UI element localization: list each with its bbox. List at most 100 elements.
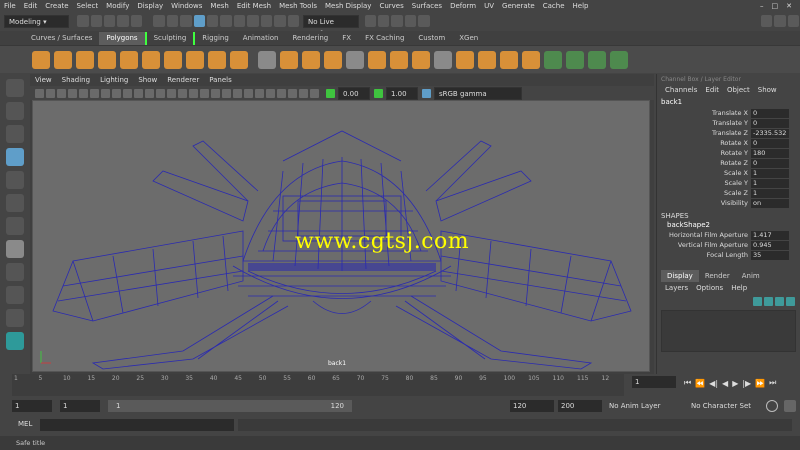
menu-windows[interactable]: Windows [171, 0, 202, 12]
safe-action-icon[interactable] [156, 88, 165, 98]
poly-disc-icon[interactable] [164, 50, 182, 69]
shape-attr-row[interactable]: Horizontal Film Aperture 1.417 [657, 230, 800, 240]
shape-attr-value[interactable]: 1.417 [751, 230, 789, 240]
new-layer-selected-icon[interactable] [775, 296, 784, 306]
menu-mesh[interactable]: Mesh [210, 0, 228, 12]
cb-menu-edit[interactable]: Edit [705, 84, 719, 96]
bevel-icon[interactable] [412, 50, 430, 69]
poly-cube-icon[interactable] [54, 50, 72, 69]
auto-key-icon[interactable] [766, 400, 778, 412]
mel-input[interactable] [40, 419, 234, 431]
cb-menu-show[interactable]: Show [758, 84, 777, 96]
toggle-attribute-editor-icon[interactable] [760, 15, 773, 27]
tab-custom[interactable]: Custom [411, 32, 452, 45]
tab-sculpting[interactable]: Sculpting [144, 31, 194, 45]
maximize-icon[interactable]: □ [772, 0, 779, 12]
lasso-tool-icon[interactable] [6, 102, 24, 120]
paint-select-tool-icon[interactable] [6, 125, 24, 143]
select-by-hierarchy-icon[interactable] [153, 15, 165, 27]
menu-edit-mesh[interactable]: Edit Mesh [237, 0, 271, 12]
move-tool-icon[interactable] [6, 148, 24, 166]
depth-of-field-icon[interactable] [277, 88, 286, 98]
color-management-icon[interactable] [422, 88, 431, 98]
tab-curves-surfaces[interactable]: Curves / Surfaces [24, 32, 99, 45]
toggle-channel-box-icon[interactable] [787, 15, 800, 27]
render-view-icon[interactable] [364, 15, 377, 27]
tab-render[interactable]: Render [699, 270, 736, 282]
select-by-object-icon[interactable] [166, 15, 179, 27]
attr-value[interactable]: 180 [751, 148, 789, 158]
menu-create[interactable]: Create [45, 0, 68, 12]
xray-joints-icon[interactable] [310, 88, 319, 98]
target-weld-icon[interactable] [500, 50, 518, 69]
poly-plane-icon[interactable] [142, 50, 160, 69]
save-scene-icon[interactable] [104, 15, 116, 27]
gamma-field[interactable]: 1.00 [386, 86, 418, 100]
attr-row[interactable]: Rotate X0 [657, 138, 800, 148]
3d-viewport[interactable]: www.cgtsj.com back1 [32, 100, 650, 372]
menu-surfaces[interactable]: Surfaces [412, 0, 442, 12]
panel-menu-shading[interactable]: Shading [62, 74, 90, 86]
poly-pipe-icon[interactable] [230, 50, 248, 69]
character-set-dropdown[interactable]: No Character Set [688, 400, 762, 412]
field-chart-icon[interactable] [145, 88, 154, 98]
exposure-icon[interactable] [326, 88, 335, 98]
menu-mesh-display[interactable]: Mesh Display [325, 0, 371, 12]
open-scene-icon[interactable] [90, 15, 103, 27]
magnet-icon[interactable] [247, 15, 259, 27]
menu-display[interactable]: Display [137, 0, 163, 12]
panel-menu-view[interactable]: View [35, 74, 52, 86]
gate-mask-icon[interactable] [134, 88, 143, 98]
current-frame-field[interactable]: 1 [632, 376, 676, 388]
input-output-icon[interactable] [274, 15, 286, 27]
anim-layer-dropdown[interactable]: No Anim Layer [606, 400, 688, 412]
fill-hole-icon[interactable] [434, 50, 452, 69]
single-perspective-layout-icon[interactable] [6, 240, 24, 258]
ipr-render-icon[interactable] [391, 15, 403, 27]
playback-start-field[interactable]: 1 [60, 400, 100, 412]
shape-attr-row[interactable]: Focal Length 35 [657, 250, 800, 260]
close-icon[interactable]: ✕ [786, 0, 792, 12]
attr-row[interactable]: Scale X1 [657, 168, 800, 178]
undo-icon[interactable] [117, 15, 129, 27]
poly-platonic-icon[interactable] [186, 50, 204, 69]
bookmarks-icon[interactable] [57, 88, 66, 98]
menu-select[interactable]: Select [77, 0, 99, 12]
poly-sphere-icon[interactable] [32, 50, 50, 69]
attr-value[interactable]: -2335.532 [751, 128, 789, 138]
view-transform-dropdown[interactable]: sRGB gamma [434, 86, 522, 100]
go-to-end-icon[interactable]: ⏭ [769, 378, 776, 388]
play-forward-icon[interactable]: ▶ [732, 379, 738, 388]
cb-menu-object[interactable]: Object [727, 84, 750, 96]
menuset-dropdown[interactable]: Modeling ▾ [4, 14, 70, 28]
attr-row[interactable]: Translate X0 [657, 108, 800, 118]
outliner-icon[interactable] [6, 309, 24, 327]
select-by-component-icon[interactable] [180, 15, 192, 27]
attr-value[interactable]: 1 [751, 168, 789, 178]
time-ticks[interactable]: 1 5 10 15 20 25 30 35 40 45 50 55 60 65 70 75 80 85 90 95 10… [12, 374, 624, 396]
panel-menu-show[interactable]: Show [138, 74, 157, 86]
bridge-icon[interactable] [390, 50, 408, 69]
go-to-start-icon[interactable]: ⏮ [684, 378, 691, 388]
cb-menu-channels[interactable]: Channels [665, 84, 697, 96]
poly-pyramid-icon[interactable] [208, 50, 226, 69]
resolution-gate-icon[interactable] [123, 88, 132, 98]
attr-value[interactable]: 1 [751, 188, 789, 198]
attr-row[interactable]: Translate Y0 [657, 118, 800, 128]
snap-grid-icon[interactable] [193, 15, 205, 27]
attr-row[interactable]: Scale Z1 [657, 188, 800, 198]
attr-row[interactable]: Visibility on [657, 198, 800, 208]
layer-menu-help[interactable]: Help [731, 282, 747, 294]
playback-end-field[interactable]: 120 [510, 400, 554, 412]
four-view-layout-icon[interactable] [6, 263, 24, 281]
menu-edit[interactable]: Edit [24, 0, 38, 12]
attr-value[interactable]: 0 [751, 108, 789, 118]
attr-row[interactable]: Scale Y1 [657, 178, 800, 188]
tab-fx[interactable]: FX [335, 32, 358, 45]
tab-rendering[interactable]: Rendering [285, 32, 335, 45]
animation-end-field[interactable]: 200 [558, 400, 602, 412]
live-surface-icon[interactable] [287, 15, 299, 27]
tab-polygons[interactable]: Polygons [99, 31, 145, 45]
render-frame-icon[interactable] [378, 15, 390, 27]
uv-checker-icon[interactable] [610, 50, 628, 69]
